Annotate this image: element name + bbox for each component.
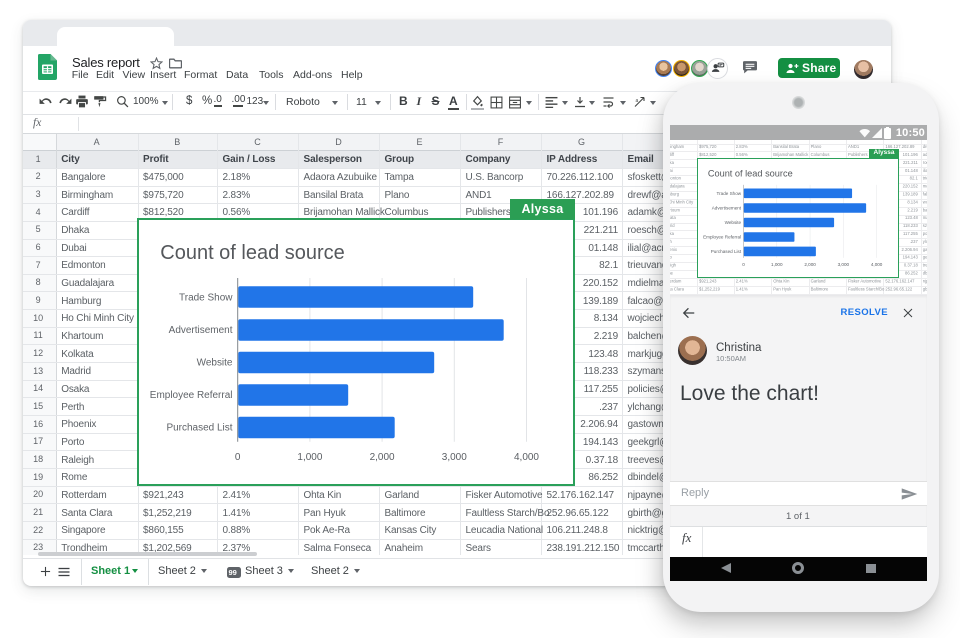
svg-text:0: 0	[235, 452, 241, 463]
svg-text:Employee Referral: Employee Referral	[703, 234, 741, 239]
svg-text:Count of lead source: Count of lead source	[161, 242, 345, 264]
svg-text:Website: Website	[197, 357, 233, 368]
svg-text:Advertisement: Advertisement	[712, 206, 742, 211]
svg-text:Website: Website	[725, 220, 742, 225]
svg-text:Trade Show: Trade Show	[717, 191, 742, 196]
svg-text:4,000: 4,000	[871, 262, 883, 267]
svg-text:2,000: 2,000	[804, 262, 816, 267]
svg-text:1,000: 1,000	[298, 452, 323, 463]
svg-text:4,000: 4,000	[514, 452, 539, 463]
svg-text:Trade Show: Trade Show	[179, 292, 233, 303]
svg-text:a: a	[636, 98, 639, 104]
svg-text:Count of lead source: Count of lead source	[708, 169, 793, 179]
svg-text:3,000: 3,000	[838, 262, 850, 267]
svg-text:Employee Referral: Employee Referral	[150, 390, 233, 401]
svg-text:2,000: 2,000	[370, 452, 395, 463]
svg-text:Purchased List: Purchased List	[167, 422, 233, 433]
svg-text:3,000: 3,000	[442, 452, 467, 463]
svg-text:Purchased List: Purchased List	[711, 249, 742, 254]
svg-text:Advertisement: Advertisement	[169, 325, 233, 336]
svg-text:0: 0	[742, 262, 745, 267]
svg-text:1,000: 1,000	[771, 262, 783, 267]
